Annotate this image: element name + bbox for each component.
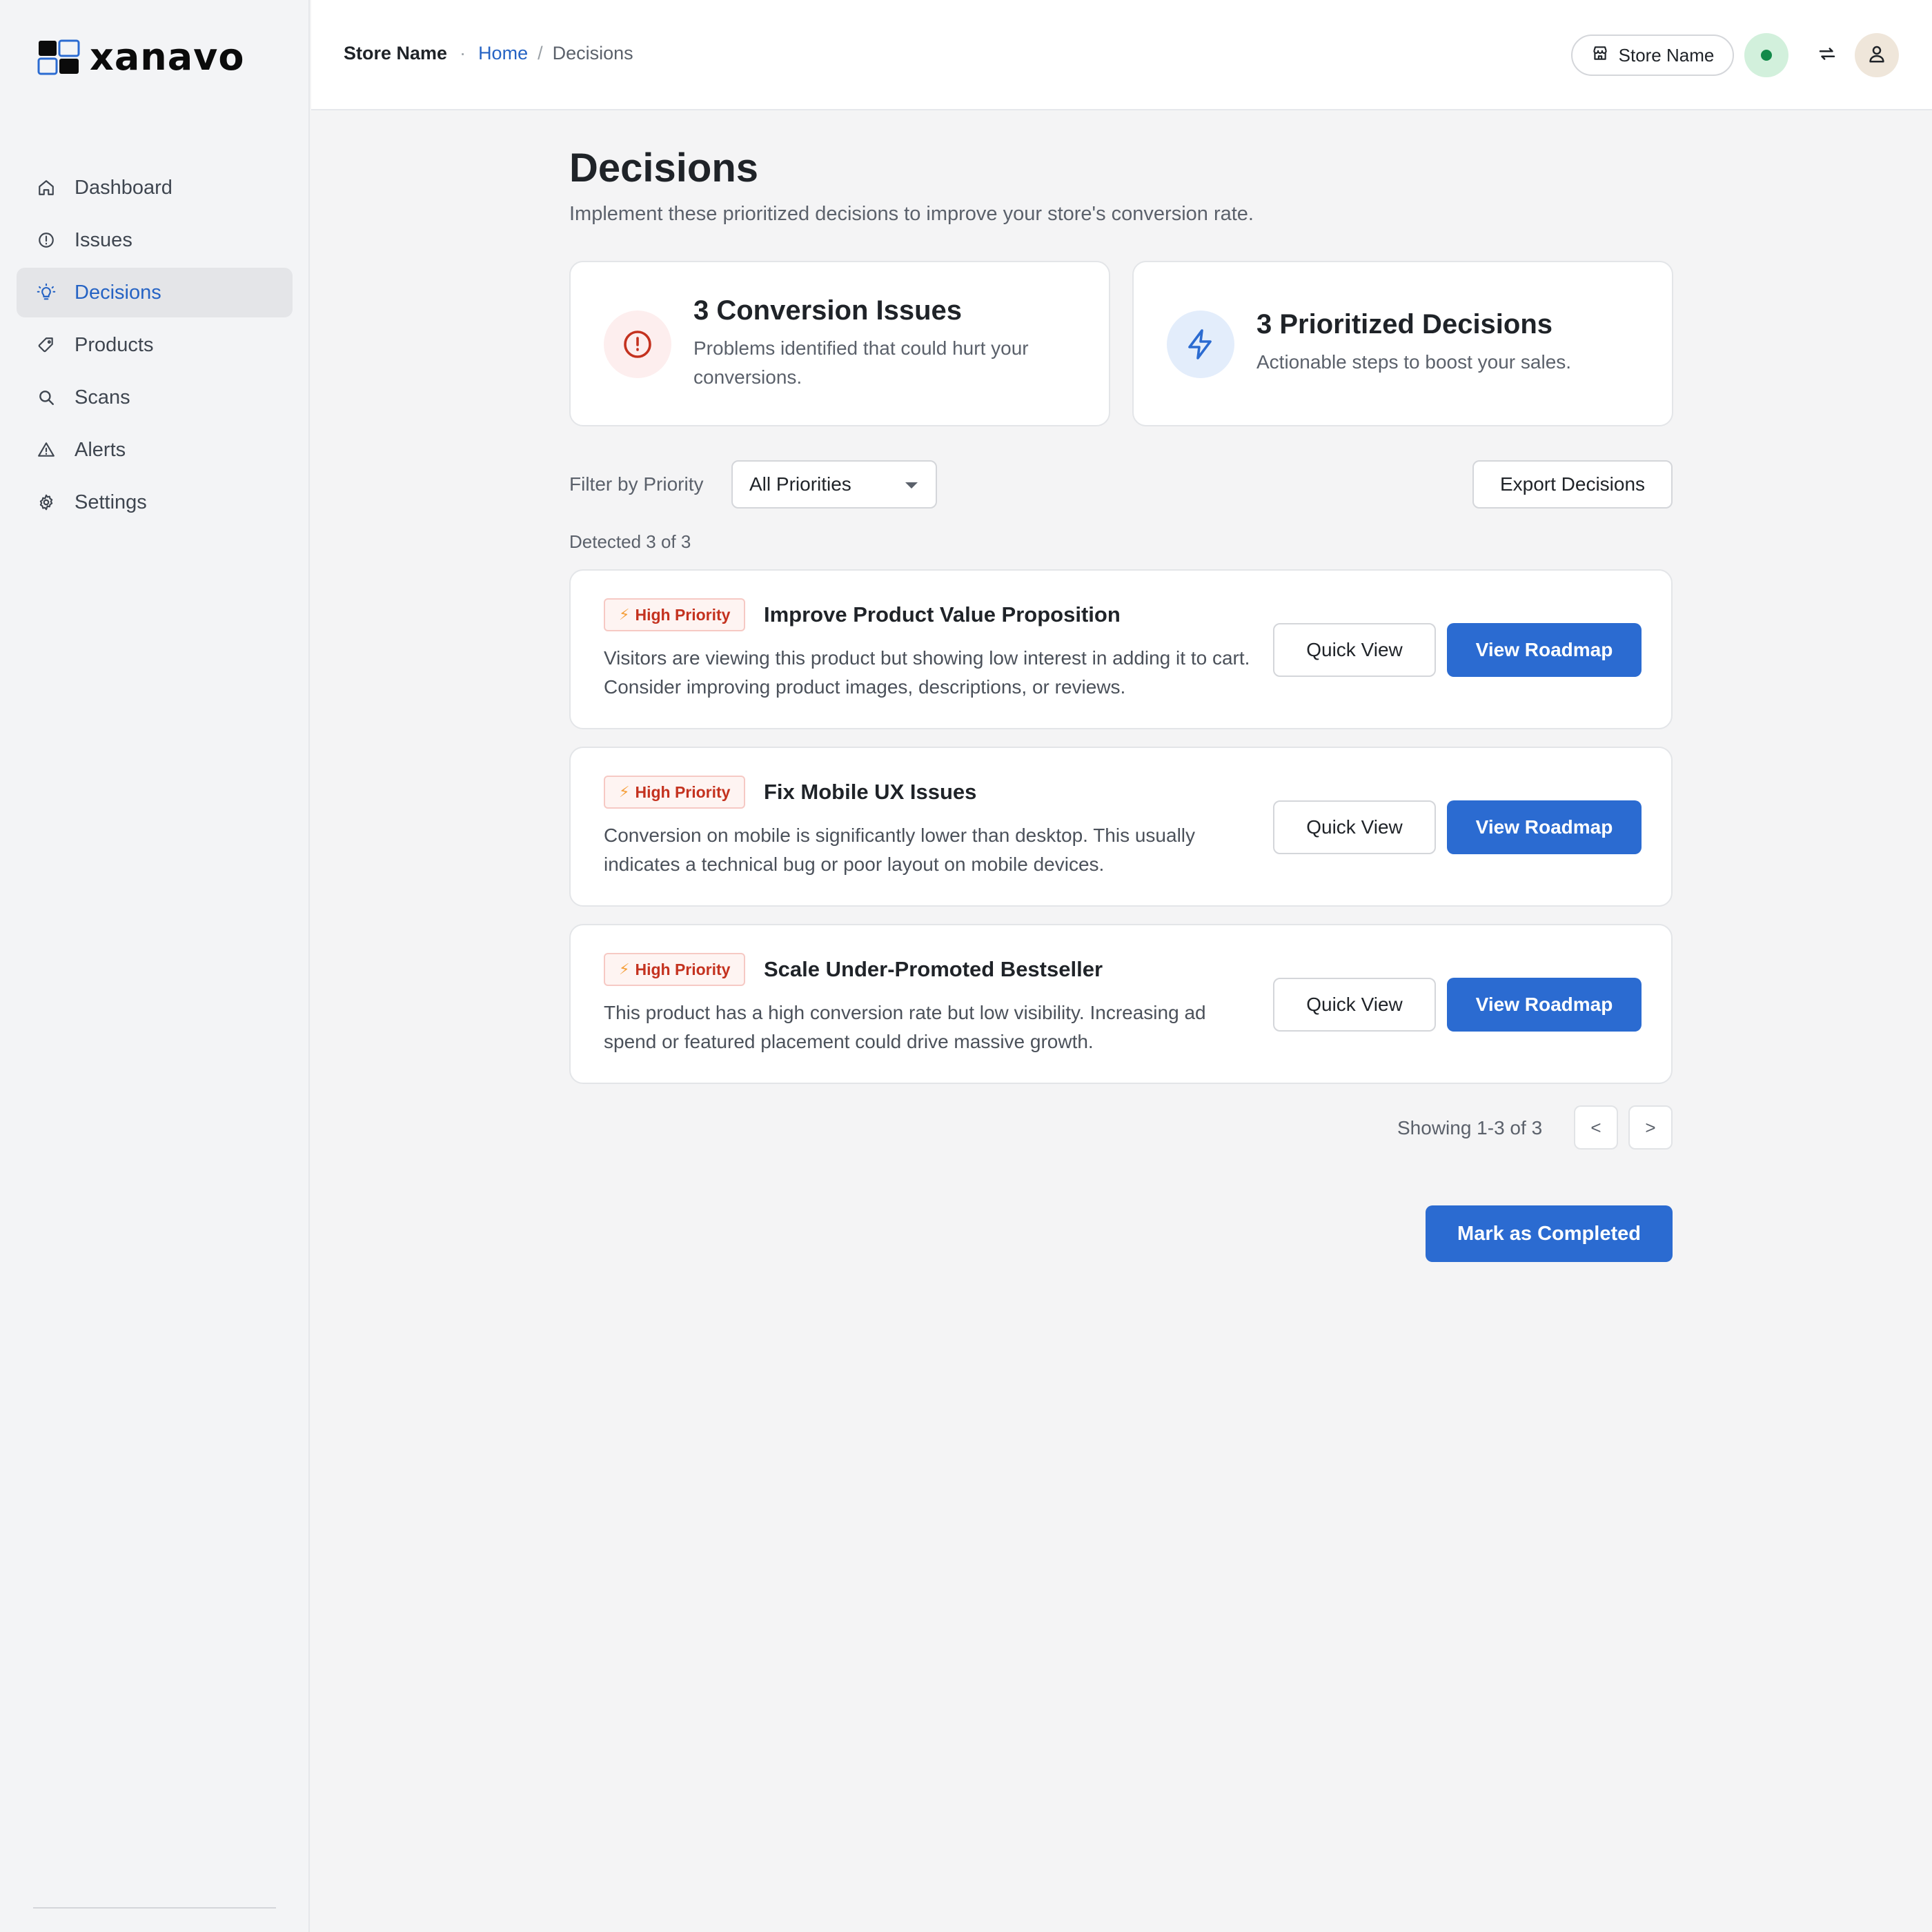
view-roadmap-button[interactable]: View Roadmap [1447,623,1642,677]
quick-view-button[interactable]: Quick View [1273,623,1436,677]
priority-filter-select[interactable]: All Priorities [731,460,937,509]
warning-triangle-icon [36,440,57,460]
home-icon [36,177,57,198]
gear-icon [36,492,57,513]
alert-circle-icon [604,310,671,378]
lightning-icon: ⚡ [619,960,630,978]
sidebar-item-settings[interactable]: Settings [17,477,293,527]
decisions-description: Actionable steps to boost your sales. [1256,351,1572,373]
breadcrumb-separator: / [538,43,543,63]
priority-badge: ⚡ High Priority [604,776,746,809]
priority-badge: ⚡ High Priority [604,598,746,631]
issues-description: Problems identified that could hurt your… [693,337,1029,388]
decision-description: Conversion on mobile is significantly lo… [604,825,1196,875]
issues-count-title: 3 Conversion Issues [693,295,963,326]
sync-arrows-icon [1817,43,1837,68]
user-avatar-button[interactable] [1855,33,1899,77]
quick-view-button[interactable]: Quick View [1273,978,1436,1032]
sidebar-item-label: Settings [75,491,147,513]
decision-title: Scale Under-Promoted Bestseller [764,957,1103,981]
decision-title: Improve Product Value Proposition [764,602,1121,627]
status-dot-icon [1761,50,1772,61]
decision-card: ⚡ High Priority Improve Product Value Pr… [569,569,1673,729]
mark-as-completed-button[interactable]: Mark as Completed [1426,1205,1673,1262]
prioritized-decisions-card: 3 Prioritized Decisions Actionable steps… [1132,261,1673,426]
sidebar-item-label: Alerts [75,438,126,461]
store-selector-button[interactable]: Store Name [1571,34,1734,76]
lightning-icon: ⚡ [619,783,630,800]
view-roadmap-button[interactable]: View Roadmap [1447,978,1642,1032]
decision-description: Visitors are viewing this product but sh… [604,647,1250,698]
conversion-issues-card: 3 Conversion Issues Problems identified … [569,261,1110,426]
top-header: Store Name · Home / Decisions Store Name [311,0,1932,110]
page-title: Decisions [569,146,758,190]
quick-view-button[interactable]: Quick View [1273,800,1436,854]
sidebar-item-dashboard[interactable]: Dashboard [17,163,293,213]
sync-button[interactable] [1805,33,1849,77]
chevron-down-icon [905,482,918,489]
breadcrumb-current: Decisions [552,43,633,63]
priority-filter-value: All Priorities [749,473,851,495]
sidebar-item-products[interactable]: Products [17,320,293,370]
store-icon [1591,44,1609,67]
lightning-icon: ⚡ [619,606,630,623]
priority-badge-label: High Priority [635,782,731,801]
sidebar-nav: Dashboard Issues Decisions Products Scan… [17,163,293,530]
header-store-name: Store Name [344,43,448,63]
search-icon [36,387,57,408]
next-page-button[interactable]: > [1628,1105,1673,1150]
decision-description: This product has a high conversion rate … [604,1002,1206,1052]
connection-status-indicator[interactable] [1744,33,1788,77]
priority-badge-label: High Priority [635,605,731,624]
sidebar-item-label: Decisions [75,281,161,304]
breadcrumb-home-link[interactable]: Home [478,43,528,64]
brand-name: xanavo [90,35,245,79]
priority-badge: ⚡ High Priority [604,953,746,986]
tag-icon [36,335,57,355]
sidebar-item-decisions[interactable]: Decisions [17,268,293,317]
detected-count: Detected 3 of 3 [569,531,691,552]
breadcrumb-dot: · [460,43,466,63]
previous-page-button[interactable]: < [1574,1105,1618,1150]
store-selector-label: Store Name [1618,44,1715,66]
sidebar-item-label: Products [75,333,154,356]
sidebar-item-label: Issues [75,228,132,251]
sidebar-item-label: Dashboard [75,176,172,199]
sidebar-divider [33,1907,276,1909]
brand-logo[interactable]: xanavo [37,39,244,76]
view-roadmap-button[interactable]: View Roadmap [1447,800,1642,854]
user-icon [1866,43,1887,68]
sidebar-item-alerts[interactable]: Alerts [17,425,293,475]
priority-badge-label: High Priority [635,960,731,978]
decisions-count-title: 3 Prioritized Decisions [1256,309,1553,339]
page-subtitle: Implement these prioritized decisions to… [569,203,1254,225]
alert-circle-icon [36,230,57,250]
sidebar: xanavo Dashboard Issues Decisions Produc… [0,0,310,1932]
sidebar-item-issues[interactable]: Issues [17,215,293,265]
sidebar-item-label: Scans [75,386,130,408]
logo-mark-icon [37,39,80,75]
decision-card: ⚡ High Priority Fix Mobile UX Issues Con… [569,747,1673,907]
pagination-summary: Showing 1-3 of 3 [1397,1117,1543,1138]
export-decisions-button[interactable]: Export Decisions [1472,460,1673,509]
lightbulb-icon [36,282,57,303]
breadcrumb: Store Name · Home / Decisions [344,43,633,64]
decision-card: ⚡ High Priority Scale Under-Promoted Bes… [569,924,1673,1084]
sidebar-item-scans[interactable]: Scans [17,373,293,422]
decision-title: Fix Mobile UX Issues [764,780,977,804]
filter-label: Filter by Priority [569,473,704,495]
lightning-icon [1167,310,1234,378]
